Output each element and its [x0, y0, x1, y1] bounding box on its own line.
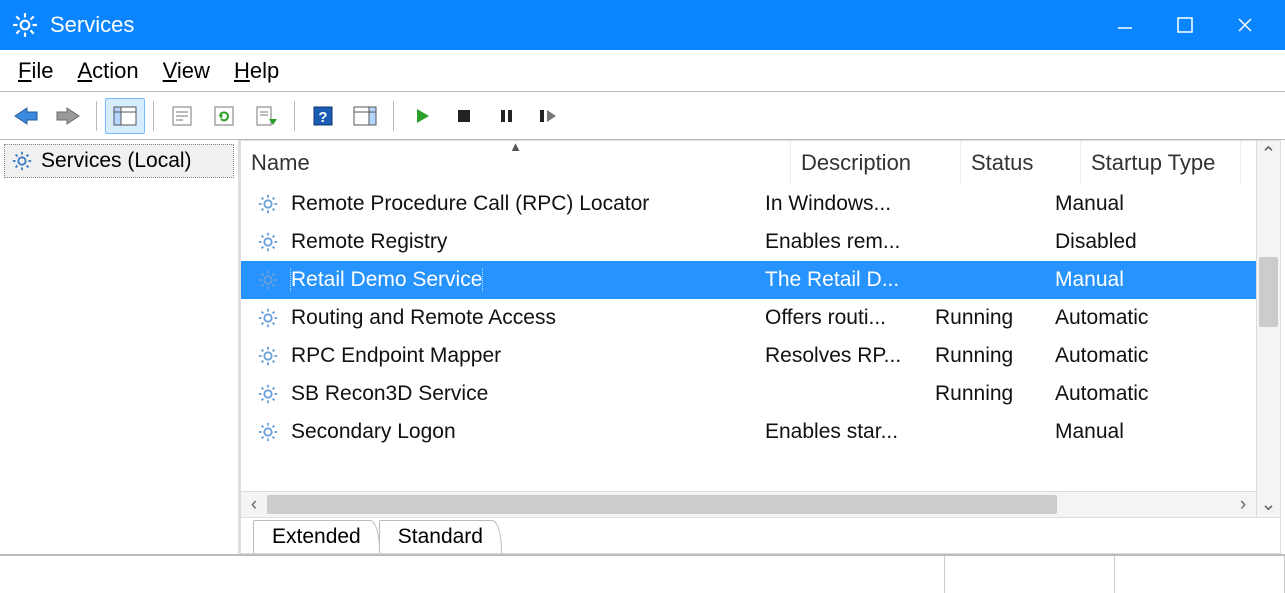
scroll-left-icon[interactable]: ‹: [241, 492, 267, 517]
v-scroll-track[interactable]: [1257, 167, 1280, 491]
service-startup-type: Manual: [1045, 268, 1205, 292]
service-startup-type: Disabled: [1045, 230, 1205, 254]
service-gear-icon: [257, 421, 283, 443]
h-scroll-thumb[interactable]: [267, 495, 1057, 514]
sort-ascending-icon: ▲: [509, 141, 522, 154]
service-status: Running: [925, 382, 1045, 406]
view-tabs: Extended Standard: [241, 517, 1280, 553]
services-gear-icon: [11, 150, 33, 172]
tree-root-services-local[interactable]: Services (Local): [4, 144, 234, 178]
service-status: Running: [925, 344, 1045, 368]
tab-extended[interactable]: Extended: [253, 520, 380, 553]
window-title: Services: [50, 12, 1095, 38]
status-bar: [0, 555, 1285, 593]
service-startup-type: Automatic: [1045, 306, 1205, 330]
tree-pane: Services (Local): [0, 140, 240, 554]
service-name: Routing and Remote Access: [291, 306, 556, 330]
toolbar-separator: [96, 101, 97, 131]
service-startup-type: Automatic: [1045, 344, 1205, 368]
toolbar: ?: [0, 92, 1285, 140]
v-scroll-thumb[interactable]: [1259, 257, 1278, 327]
service-startup-type: Manual: [1045, 420, 1205, 444]
minimize-button[interactable]: [1095, 0, 1155, 50]
horizontal-scrollbar[interactable]: ‹ ›: [241, 491, 1256, 517]
menu-bar: File Action View Help: [0, 50, 1285, 92]
service-description: The Retail D...: [755, 268, 925, 292]
service-gear-icon: [257, 345, 283, 367]
status-segment: [0, 556, 945, 593]
close-button[interactable]: [1215, 0, 1275, 50]
h-scroll-track[interactable]: [267, 492, 1230, 517]
service-name: Retail Demo Service: [291, 268, 482, 292]
forward-button[interactable]: [48, 98, 88, 134]
service-name: Remote Procedure Call (RPC) Locator: [291, 192, 649, 216]
menu-file[interactable]: File: [10, 54, 69, 88]
vertical-scrollbar[interactable]: ⌃ ⌄: [1256, 141, 1280, 517]
restart-service-button[interactable]: [528, 98, 568, 134]
tree-root-label: Services (Local): [41, 149, 192, 173]
menu-view[interactable]: View: [155, 54, 226, 88]
svg-text:?: ?: [318, 109, 327, 126]
service-status: Running: [925, 306, 1045, 330]
service-startup-type: Manual: [1045, 192, 1205, 216]
service-name: Remote Registry: [291, 230, 447, 254]
maximize-button[interactable]: [1155, 0, 1215, 50]
service-description: In Windows...: [755, 192, 925, 216]
back-button[interactable]: [6, 98, 46, 134]
service-startup-type: Automatic: [1045, 382, 1205, 406]
service-description: Enables rem...: [755, 230, 925, 254]
app-gear-icon: [12, 12, 38, 38]
column-header-description[interactable]: Description: [791, 141, 961, 185]
service-gear-icon: [257, 383, 283, 405]
service-gear-icon: [257, 307, 283, 329]
service-row[interactable]: Secondary Logon Enables star... Manual: [241, 413, 1256, 451]
refresh-button[interactable]: [204, 98, 244, 134]
menu-help[interactable]: Help: [226, 54, 295, 88]
list-pane: ▲ Name Description Status Startup Type R…: [240, 140, 1281, 554]
pause-service-button[interactable]: [486, 98, 526, 134]
service-description: Enables star...: [755, 420, 925, 444]
title-bar: Services: [0, 0, 1285, 50]
service-name: SB Recon3D Service: [291, 382, 488, 406]
service-name: RPC Endpoint Mapper: [291, 344, 501, 368]
properties-button[interactable]: [162, 98, 202, 134]
service-name: Secondary Logon: [291, 420, 456, 444]
menu-action[interactable]: Action: [69, 54, 154, 88]
column-header-startup-type[interactable]: Startup Type: [1081, 141, 1241, 185]
service-description: Resolves RP...: [755, 344, 925, 368]
status-segment: [945, 556, 1115, 593]
toolbar-separator: [393, 101, 394, 131]
column-header-name[interactable]: ▲ Name: [241, 141, 791, 185]
toolbar-separator: [294, 101, 295, 131]
service-gear-icon: [257, 193, 283, 215]
service-gear-icon: [257, 269, 283, 291]
scroll-down-icon[interactable]: ⌄: [1257, 491, 1280, 517]
column-headers: ▲ Name Description Status Startup Type: [241, 141, 1256, 185]
service-row[interactable]: SB Recon3D Service RunningAutomatic: [241, 375, 1256, 413]
toolbar-separator: [153, 101, 154, 131]
scroll-up-icon[interactable]: ⌃: [1257, 141, 1280, 167]
service-row[interactable]: Remote Procedure Call (RPC) Locator In Wi…: [241, 185, 1256, 223]
export-list-button[interactable]: [246, 98, 286, 134]
service-row[interactable]: Routing and Remote Access Offers routi...…: [241, 299, 1256, 337]
service-description: Offers routi...: [755, 306, 925, 330]
scroll-right-icon[interactable]: ›: [1230, 492, 1256, 517]
column-header-status[interactable]: Status: [961, 141, 1081, 185]
help-button[interactable]: ?: [303, 98, 343, 134]
service-gear-icon: [257, 231, 283, 253]
start-service-button[interactable]: [402, 98, 442, 134]
show-hide-action-pane-button[interactable]: [345, 98, 385, 134]
service-row[interactable]: RPC Endpoint Mapper Resolves RP...Running…: [241, 337, 1256, 375]
service-rows: Remote Procedure Call (RPC) Locator In Wi…: [241, 185, 1256, 491]
status-segment: [1115, 556, 1285, 593]
tab-standard[interactable]: Standard: [379, 520, 502, 553]
stop-service-button[interactable]: [444, 98, 484, 134]
service-row[interactable]: Retail Demo Service The Retail D... Manual: [241, 261, 1256, 299]
service-row[interactable]: Remote Registry Enables rem... Disabled: [241, 223, 1256, 261]
show-hide-tree-button[interactable]: [105, 98, 145, 134]
